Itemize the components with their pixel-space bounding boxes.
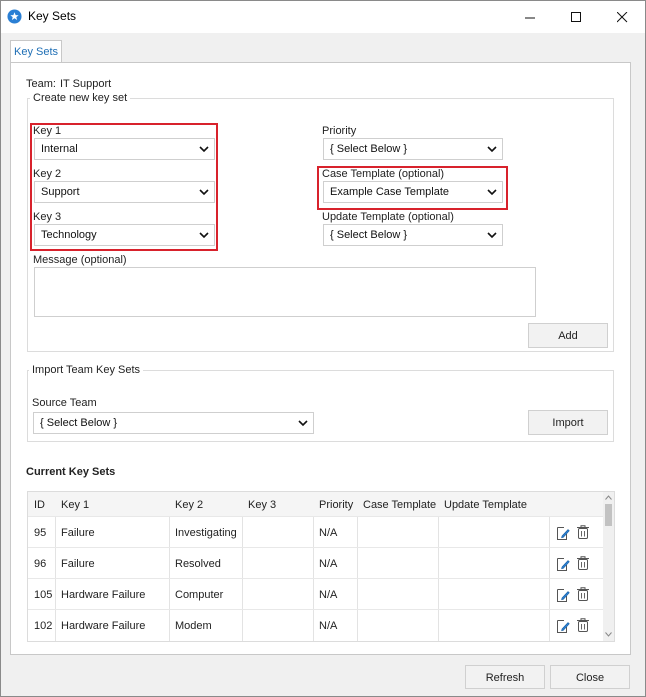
col-header-priority[interactable]: Priority [319,499,353,511]
chevron-down-icon [487,232,497,239]
col-header-key1[interactable]: Key 1 [61,499,89,511]
source-team-select[interactable]: { Select Below } [33,412,314,434]
cell-priority: N/A [319,620,338,632]
create-group-title: Create new key set [30,92,131,104]
message-input[interactable] [34,267,536,317]
cell-key1: Hardware Failure [61,620,146,632]
case-template-value: Example Case Template [330,186,450,198]
close-window-button[interactable] [599,1,645,33]
chevron-down-icon [298,420,308,427]
update-template-select[interactable]: { Select Below } [323,224,503,246]
import-group-title: Import Team Key Sets [29,364,144,376]
priority-label: Priority [322,125,357,137]
window-title: Key Sets [28,9,77,23]
key3-select[interactable]: Technology [34,224,215,246]
chevron-down-icon [199,232,209,239]
source-team-value: { Select Below } [40,417,118,429]
team-label: Team: [26,78,56,90]
refresh-button[interactable]: Refresh [465,665,545,689]
key1-label: Key 1 [33,125,62,137]
table-scrollbar[interactable] [603,492,614,641]
trash-icon[interactable] [576,555,590,571]
edit-icon[interactable] [556,556,570,572]
cell-key2: Modem [175,620,212,632]
tab-key-sets[interactable]: Key Sets [10,40,62,63]
key2-label: Key 2 [33,168,62,180]
key2-value: Support [41,186,80,198]
maximize-icon [570,11,581,22]
scrollbar-thumb[interactable] [605,504,612,526]
cell-id: 96 [34,558,47,570]
import-button[interactable]: Import [528,410,608,435]
cell-key1: Failure [61,527,95,539]
cell-id: 105 [34,589,53,601]
cell-key2: Investigating [175,527,237,539]
app-icon [7,9,22,24]
scroll-up-icon[interactable] [605,495,612,500]
minimize-icon [524,17,535,18]
chevron-down-icon [487,146,497,153]
cell-key2: Computer [175,589,224,601]
col-header-case-template[interactable]: Case Template [363,499,436,511]
cell-key1: Hardware Failure [61,589,146,601]
scroll-down-icon[interactable] [605,632,612,637]
trash-icon[interactable] [576,586,590,602]
cell-id: 95 [34,527,47,539]
col-header-key2[interactable]: Key 2 [175,499,203,511]
edit-icon[interactable] [556,618,570,634]
key2-select[interactable]: Support [34,181,215,203]
cell-id: 102 [34,620,53,632]
col-header-key3[interactable]: Key 3 [248,499,276,511]
key-sets-panel: Team: IT Support Create new key set Key … [10,62,631,655]
cell-key1: Failure [61,558,95,570]
cell-priority: N/A [319,589,338,601]
cell-key2: Resolved [175,558,221,570]
priority-value: { Select Below } [330,143,408,155]
case-template-label: Case Template (optional) [322,168,445,180]
message-label: Message (optional) [33,254,127,266]
close-button[interactable]: Close [550,665,630,689]
add-button[interactable]: Add [528,323,608,348]
table-row[interactable]: 102 Hardware Failure Modem N/A [28,609,603,640]
trash-icon[interactable] [576,617,590,633]
key3-value: Technology [41,229,97,241]
case-template-select[interactable]: Example Case Template [323,181,503,203]
key1-select[interactable]: Internal [34,138,215,160]
close-icon [616,11,627,22]
cell-priority: N/A [319,558,338,570]
edit-icon[interactable] [556,525,570,541]
table-row[interactable]: 105 Hardware Failure Computer N/A [28,578,603,609]
update-template-label: Update Template (optional) [322,211,454,223]
key1-value: Internal [41,143,78,155]
priority-select[interactable]: { Select Below } [323,138,503,160]
chevron-down-icon [199,146,209,153]
chevron-down-icon [487,189,497,196]
minimize-button[interactable] [507,1,553,33]
key3-label: Key 3 [33,211,62,223]
trash-icon[interactable] [576,524,590,540]
title-bar: Key Sets [1,1,645,33]
edit-icon[interactable] [556,587,570,603]
team-value: IT Support [60,78,112,90]
update-template-value: { Select Below } [330,229,408,241]
source-team-label: Source Team [32,397,97,409]
table-row[interactable]: 96 Failure Resolved N/A [28,547,603,578]
chevron-down-icon [199,189,209,196]
col-header-id[interactable]: ID [34,499,45,511]
table-row[interactable]: 95 Failure Investigating N/A [28,516,603,547]
current-key-sets-title: Current Key Sets [26,466,116,478]
col-header-update-template[interactable]: Update Template [444,499,527,511]
cell-priority: N/A [319,527,338,539]
key-sets-table: ID Key 1 Key 2 Key 3 Priority Case Templ… [27,491,615,642]
table-header: ID Key 1 Key 2 Key 3 Priority Case Templ… [28,492,603,516]
maximize-button[interactable] [553,1,599,33]
key-sets-window: Key Sets Key Sets Team: IT Support Creat… [0,0,646,697]
